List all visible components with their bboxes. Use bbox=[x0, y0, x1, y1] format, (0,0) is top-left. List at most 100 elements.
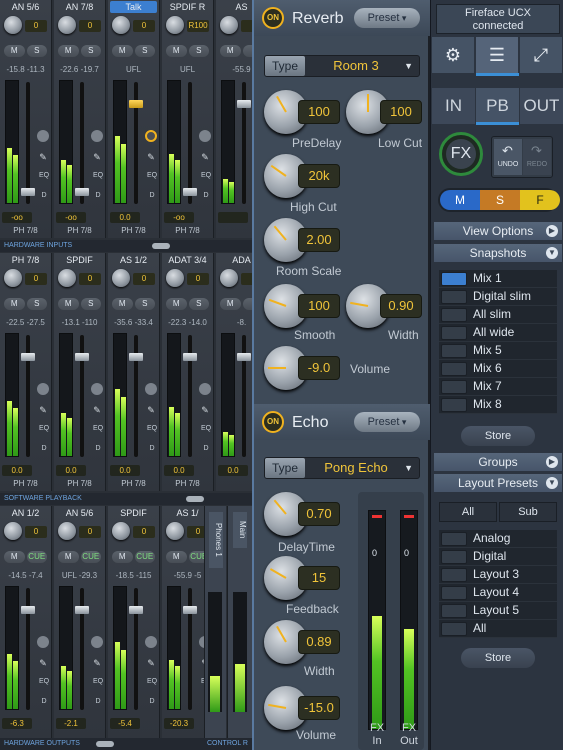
channel-name[interactable]: AN 7/8 bbox=[56, 1, 103, 13]
list-item[interactable]: All bbox=[439, 620, 557, 638]
fader-handle[interactable] bbox=[237, 100, 251, 108]
fader-handle[interactable] bbox=[129, 353, 143, 361]
pan-knob[interactable] bbox=[112, 269, 130, 287]
mute-button[interactable]: M bbox=[4, 551, 25, 563]
fader-handle[interactable] bbox=[183, 188, 197, 196]
fader-handle[interactable] bbox=[75, 188, 89, 196]
fader-handle[interactable] bbox=[129, 606, 143, 614]
row-scrollbar[interactable] bbox=[186, 496, 204, 502]
fader-handle[interactable] bbox=[129, 100, 143, 108]
fader-handle[interactable] bbox=[183, 606, 197, 614]
list-item[interactable]: Layout 3 bbox=[439, 566, 557, 584]
select-box[interactable] bbox=[441, 290, 467, 304]
eq-label[interactable]: EQ bbox=[92, 425, 104, 432]
dynamics-label[interactable]: D bbox=[200, 445, 212, 452]
fader-handle[interactable] bbox=[75, 606, 89, 614]
solo-button[interactable]: S bbox=[80, 45, 101, 57]
mute-button[interactable]: M bbox=[4, 298, 25, 310]
mute-button[interactable]: M bbox=[166, 45, 187, 57]
list-item[interactable]: Mix 1 bbox=[439, 270, 557, 288]
select-box[interactable] bbox=[441, 344, 467, 358]
pan-knob[interactable] bbox=[4, 16, 22, 34]
mode-pb-button[interactable]: PB bbox=[476, 88, 519, 124]
layout-presets-bar[interactable]: Layout Presets ▼ bbox=[434, 474, 562, 492]
main-output-strip[interactable]: Main bbox=[227, 506, 252, 738]
fader-handle[interactable] bbox=[21, 606, 35, 614]
channel-name[interactable]: SPDIF bbox=[110, 507, 157, 519]
channel-name[interactable]: AS 1/2 bbox=[110, 254, 157, 266]
wrench-icon[interactable]: ✎ bbox=[200, 405, 210, 415]
eq-label[interactable]: EQ bbox=[38, 678, 50, 685]
output-route-toggle[interactable] bbox=[37, 383, 49, 395]
pan-knob[interactable] bbox=[166, 269, 184, 287]
channel-name[interactable]: SPDIF bbox=[56, 254, 103, 266]
list-item[interactable]: Layout 4 bbox=[439, 584, 557, 602]
solo-button[interactable]: S bbox=[26, 45, 47, 57]
wrench-icon[interactable]: ✎ bbox=[146, 405, 156, 415]
dynamics-label[interactable]: D bbox=[38, 445, 50, 452]
fader-handle[interactable] bbox=[21, 353, 35, 361]
groups-bar[interactable]: Groups ▶ bbox=[434, 453, 562, 471]
solo-button[interactable]: S bbox=[188, 298, 209, 310]
output-route-toggle[interactable] bbox=[145, 130, 157, 142]
dynamics-label[interactable]: D bbox=[92, 192, 104, 199]
phones-output-strip[interactable]: Phones 1 bbox=[204, 506, 226, 738]
channel-name[interactable]: ADAT 3/4 bbox=[164, 254, 211, 266]
m-button[interactable]: M bbox=[440, 190, 480, 210]
channel-name[interactable]: PH 7/8 bbox=[2, 254, 49, 266]
mute-button[interactable]: M bbox=[112, 551, 133, 563]
wrench-icon[interactable]: ✎ bbox=[92, 152, 102, 162]
mute-button[interactable]: M bbox=[166, 551, 187, 563]
dynamics-label[interactable]: D bbox=[146, 445, 158, 452]
wrench-icon[interactable]: ✎ bbox=[146, 658, 156, 668]
list-item[interactable]: Mix 7 bbox=[439, 378, 557, 396]
channel-name[interactable]: AN 5/6 bbox=[56, 507, 103, 519]
channel-name[interactable]: AN 1/2 bbox=[2, 507, 49, 519]
solo-button[interactable]: CUE bbox=[80, 551, 101, 563]
mute-button[interactable]: M bbox=[220, 45, 241, 57]
list-item[interactable]: All wide bbox=[439, 324, 557, 342]
output-route-toggle[interactable] bbox=[91, 130, 103, 142]
select-box[interactable] bbox=[441, 326, 467, 340]
solo-button[interactable]: S bbox=[26, 298, 47, 310]
f-button[interactable]: F bbox=[520, 190, 560, 210]
solo-button[interactable]: CUE bbox=[134, 551, 155, 563]
select-box[interactable] bbox=[441, 604, 467, 618]
pan-knob[interactable] bbox=[166, 522, 184, 540]
solo-button[interactable]: S bbox=[134, 298, 155, 310]
output-route-toggle[interactable] bbox=[91, 383, 103, 395]
pan-knob[interactable] bbox=[4, 269, 22, 287]
mute-button[interactable]: M bbox=[58, 45, 79, 57]
select-box[interactable] bbox=[441, 532, 467, 546]
eq-label[interactable]: EQ bbox=[146, 678, 158, 685]
wrench-icon[interactable]: ✎ bbox=[38, 658, 48, 668]
list-item[interactable]: All slim bbox=[439, 306, 557, 324]
mute-button[interactable]: M bbox=[4, 45, 25, 57]
fader-handle[interactable] bbox=[237, 353, 251, 361]
output-route-toggle[interactable] bbox=[145, 636, 157, 648]
mode-in-button[interactable]: IN bbox=[432, 88, 475, 124]
output-route-toggle[interactable] bbox=[91, 636, 103, 648]
solo-button[interactable] bbox=[242, 45, 252, 57]
fader-handle[interactable] bbox=[183, 353, 197, 361]
channel-name[interactable]: AN 5/6 bbox=[2, 1, 49, 13]
echo-type-select[interactable]: Type Pong Echo ▼ bbox=[264, 457, 420, 479]
reverb-on-button[interactable]: ON bbox=[262, 7, 284, 29]
select-box[interactable] bbox=[441, 586, 467, 600]
dynamics-label[interactable]: D bbox=[146, 698, 158, 705]
layout-tab-sub[interactable]: Sub bbox=[499, 502, 557, 522]
list-item[interactable]: Digital bbox=[439, 548, 557, 566]
output-route-toggle[interactable] bbox=[199, 383, 211, 395]
fader-handle[interactable] bbox=[75, 353, 89, 361]
snapshot-store-button[interactable]: Store bbox=[461, 426, 535, 446]
wrench-icon[interactable]: ✎ bbox=[146, 152, 156, 162]
mute-button[interactable]: M bbox=[58, 298, 79, 310]
echo-on-button[interactable]: ON bbox=[262, 411, 284, 433]
select-box[interactable] bbox=[441, 398, 467, 412]
eq-label[interactable]: EQ bbox=[38, 172, 50, 179]
wrench-icon[interactable]: ✎ bbox=[38, 405, 48, 415]
solo-button[interactable]: S bbox=[80, 298, 101, 310]
list-item[interactable]: Layout 5 bbox=[439, 602, 557, 620]
layout-tab-all[interactable]: All bbox=[439, 502, 497, 522]
output-route-toggle[interactable] bbox=[37, 130, 49, 142]
